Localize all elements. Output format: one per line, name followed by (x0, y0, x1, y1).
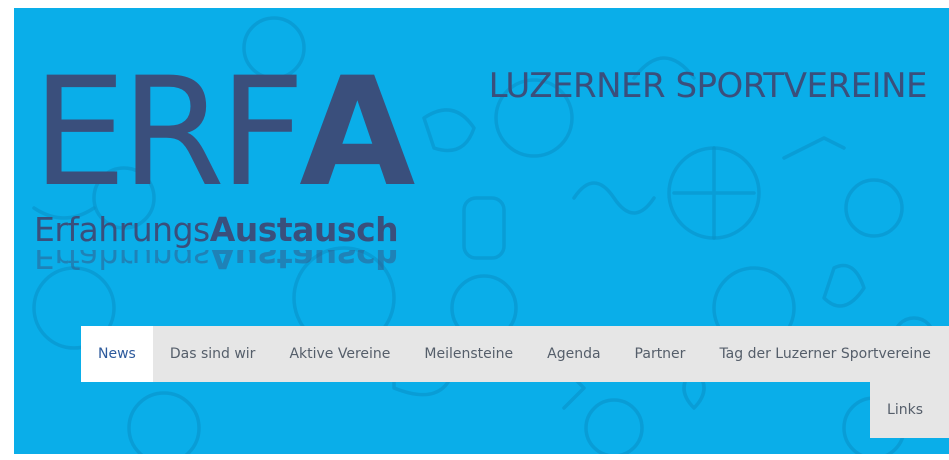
nav-item-links[interactable]: Links (870, 382, 949, 438)
logo-erfa-text: ERFA (32, 46, 415, 220)
nav-row-overflow: Links (81, 382, 949, 438)
nav-item-partner[interactable]: Partner (618, 326, 703, 382)
erfa-logo[interactable]: ERFA ErfahrungsAustausch ErfahrungsAusta… (32, 46, 415, 318)
nav-item-agenda[interactable]: Agenda (530, 326, 617, 382)
nav-item-meilensteine[interactable]: Meilensteine (407, 326, 530, 382)
nav-item-news[interactable]: News (81, 326, 153, 382)
main-navigation: News Das sind wir Aktive Vereine Meilens… (81, 326, 949, 438)
nav-item-tag-der-luzerner-sportvereine[interactable]: Tag der Luzerner Sportvereine (702, 326, 947, 382)
logo-subtitle-reflection: ErfahrungsAustausch (34, 250, 399, 276)
nav-row: News Das sind wir Aktive Vereine Meilens… (81, 326, 949, 382)
header-banner: ERFA ErfahrungsAustausch ErfahrungsAusta… (14, 8, 949, 454)
logo-subtitle: ErfahrungsAustausch (34, 210, 399, 249)
site-tagline: LUZERNER SPORTVEREINE (488, 66, 928, 106)
nav-item-aktive-vereine[interactable]: Aktive Vereine (272, 326, 407, 382)
nav-item-das-sind-wir[interactable]: Das sind wir (153, 326, 273, 382)
